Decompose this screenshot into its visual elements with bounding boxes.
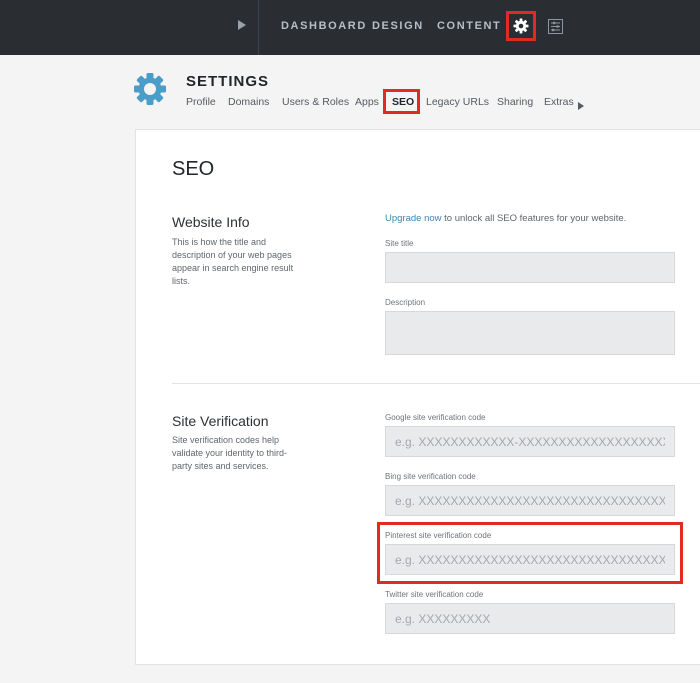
settings-title: SETTINGS	[186, 73, 270, 90]
seo-settings-card	[135, 129, 700, 665]
tab-extras[interactable]: Extras	[544, 96, 574, 108]
pinterest-verification-input[interactable]	[385, 544, 675, 575]
tab-apps[interactable]: Apps	[355, 96, 379, 108]
twitter-verification-input[interactable]	[385, 603, 675, 634]
nav-dashboard[interactable]: DASHBOARD	[281, 20, 367, 32]
settings-gear-button[interactable]	[506, 11, 536, 41]
top-nav-bar: DASHBOARD DESIGN CONTENT	[0, 0, 700, 55]
nav-divider	[258, 0, 259, 55]
site-title-label: Site title	[385, 239, 414, 248]
upgrade-now-link[interactable]: Upgrade now	[385, 213, 442, 224]
play-icon[interactable]	[238, 20, 250, 34]
section-divider	[172, 383, 700, 384]
tab-sharing[interactable]: Sharing	[497, 96, 533, 108]
nav-content[interactable]: CONTENT	[437, 20, 501, 32]
google-verification-input[interactable]	[385, 426, 675, 457]
bing-verification-label: Bing site verification code	[385, 472, 476, 481]
tab-profile[interactable]: Profile	[186, 96, 216, 108]
tab-domains[interactable]: Domains	[228, 96, 269, 108]
chevron-right-icon[interactable]	[578, 97, 584, 110]
gear-icon	[513, 18, 529, 34]
site-verification-heading: Site Verification	[172, 413, 269, 429]
twitter-verification-label: Twitter site verification code	[385, 590, 484, 599]
google-verification-label: Google site verification code	[385, 413, 486, 422]
page-title: SEO	[172, 158, 215, 180]
nav-design[interactable]: DESIGN	[372, 20, 424, 32]
website-info-heading: Website Info	[172, 214, 250, 230]
site-verification-description: Site verification codes help validate yo…	[172, 435, 288, 471]
panel-icon[interactable]	[548, 19, 563, 34]
site-title-input[interactable]	[385, 252, 675, 283]
website-info-description: This is how the title and description of…	[172, 237, 294, 286]
upgrade-notice-text: to unlock all SEO features for your webs…	[441, 213, 627, 224]
tab-users-roles[interactable]: Users & Roles	[282, 96, 349, 108]
tab-legacy-urls[interactable]: Legacy URLs	[426, 96, 489, 108]
bing-verification-input[interactable]	[385, 485, 675, 516]
upgrade-notice: Upgrade now to unlock all SEO features f…	[385, 213, 626, 224]
description-label: Description	[385, 298, 426, 307]
pinterest-verification-label: Pinterest site verification code	[385, 531, 492, 540]
tab-seo[interactable]: SEO	[392, 96, 414, 108]
description-textarea[interactable]	[385, 311, 675, 355]
settings-gear-icon	[133, 72, 167, 106]
